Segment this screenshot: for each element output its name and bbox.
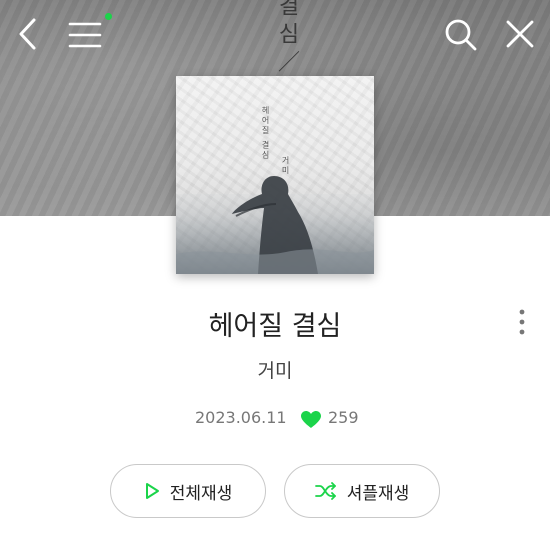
play-all-label: 전체재생: [169, 483, 233, 504]
artist-name[interactable]: 거미: [0, 356, 550, 383]
shuffle-label: 셔플재생: [346, 483, 410, 504]
play-icon: [144, 482, 160, 500]
album-cover[interactable]: 헤어질 결심 거미: [176, 76, 374, 274]
back-icon[interactable]: [14, 14, 44, 54]
search-icon[interactable]: [440, 14, 480, 54]
cover-silhouette-image: [176, 176, 374, 274]
cover-title-text: 헤어질 결심: [261, 106, 270, 161]
album-title: 헤어질 결심: [208, 311, 342, 342]
notification-dot: [105, 13, 112, 20]
shuffle-play-button[interactable]: 셔플재생: [284, 464, 440, 518]
heart-icon[interactable]: [300, 410, 322, 429]
release-date: 2023.06.11: [195, 408, 287, 427]
menu-icon[interactable]: [66, 14, 106, 54]
shuffle-icon: [314, 482, 337, 500]
album-meta: 2023.06.11 259: [0, 406, 550, 430]
like-count: 259: [328, 408, 359, 427]
close-icon[interactable]: [500, 14, 540, 54]
play-all-button[interactable]: 전체재생: [110, 464, 266, 518]
top-bar: [0, 0, 550, 68]
